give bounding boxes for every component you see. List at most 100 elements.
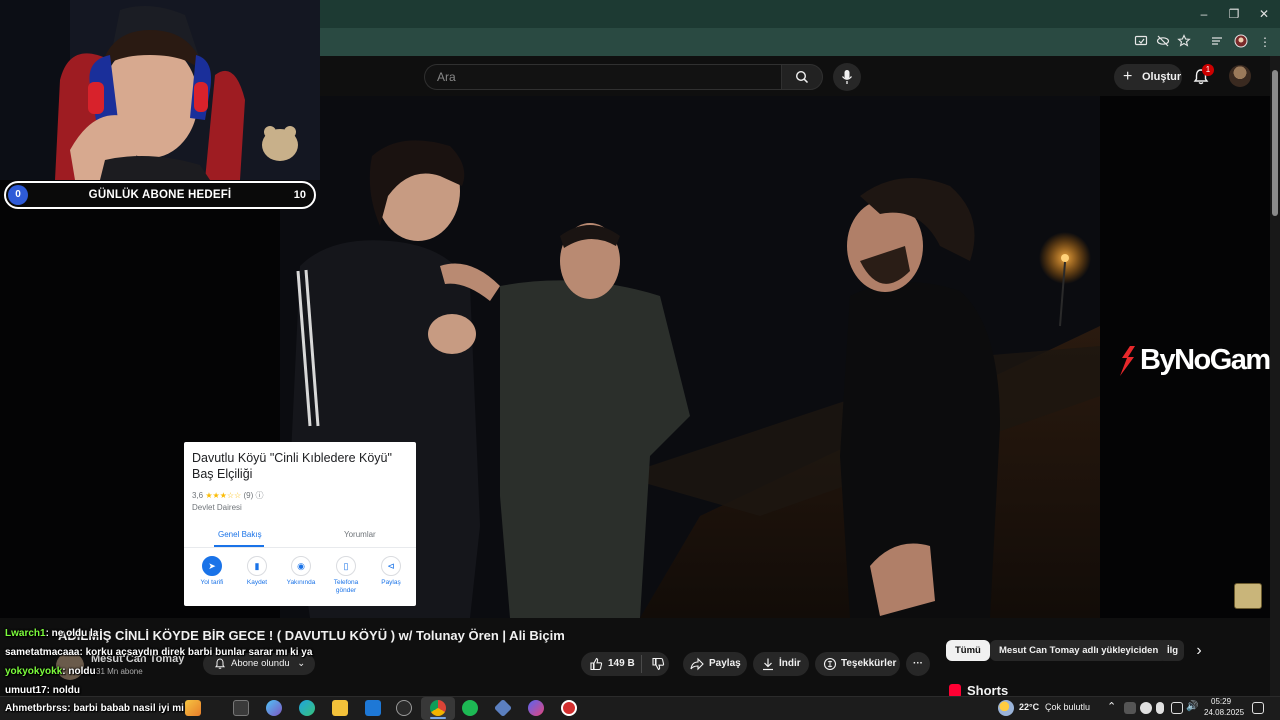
place-rating: 3,6 ★★★☆☆ (9) ⓘ	[192, 490, 263, 501]
like-dislike-group: 149 B	[581, 652, 669, 676]
bookmark-icon: ▮	[247, 556, 267, 576]
subscribed-label: Abone olundu	[231, 658, 290, 669]
tab-overview[interactable]: Genel Bakış	[218, 530, 262, 539]
clock-time[interactable]: 05:29	[1211, 697, 1231, 706]
chat-username: Lwarch1	[5, 628, 46, 639]
active-tab-indicator	[214, 545, 264, 547]
notification-badge: 1	[1202, 64, 1214, 76]
chrome-icon[interactable]	[430, 700, 446, 716]
weather-cloudy-icon[interactable]	[998, 700, 1014, 716]
eye-off-icon[interactable]	[1155, 34, 1171, 50]
notification-center-icon[interactable]	[1252, 702, 1264, 714]
thanks-button[interactable]: Teşekkürler	[815, 652, 900, 676]
edge-icon[interactable]	[299, 700, 315, 716]
voice-search-button[interactable]	[833, 63, 861, 91]
create-label: Oluştur	[1142, 71, 1182, 83]
dislike-icon[interactable]	[651, 657, 665, 671]
save-label: Kaydet	[246, 579, 268, 586]
save-action[interactable]: ▮ Kaydet	[235, 556, 279, 587]
screen: – ❐ ✕ ⋮ + Oluştur	[0, 0, 1280, 720]
weather-description[interactable]: Çok bulutlu	[1045, 702, 1090, 712]
more-actions-button[interactable]: ···	[906, 652, 930, 676]
chevron-right-icon[interactable]: ›	[1191, 642, 1207, 660]
streamer-webcam	[0, 0, 320, 180]
search-icon	[795, 70, 809, 84]
chat-username: umuut17	[5, 685, 47, 696]
chat-text: : barbi babab nasil iyi mi	[67, 703, 184, 714]
place-title: Davutlu Köyü "Cinli Kıbledere Köyü" Baş …	[192, 451, 392, 481]
info-icon: ⓘ	[255, 491, 264, 500]
goal-title: GÜNLÜK ABONE HEDEFİ	[88, 189, 232, 201]
tray-app-icon[interactable]	[1124, 702, 1136, 714]
minimize-icon[interactable]: –	[1189, 4, 1219, 24]
like-dislike-divider	[641, 655, 642, 673]
chip-related[interactable]: İlg	[1158, 640, 1184, 661]
bynogame-logo-text: ByNoGame	[1140, 344, 1270, 376]
chevron-down-icon: ⌄	[297, 658, 306, 669]
outlook-icon[interactable]	[365, 700, 381, 716]
discord-icon[interactable]	[528, 700, 544, 716]
chat-username: sametatmacaaa	[5, 647, 80, 658]
place-rating-value: 3,6	[192, 491, 204, 500]
task-view-icon[interactable]	[233, 700, 249, 716]
profile-icon[interactable]	[1233, 34, 1249, 50]
copilot-app-icon[interactable]	[266, 700, 282, 716]
copilot-icon[interactable]	[185, 700, 201, 716]
share-label: Paylaş	[709, 658, 741, 669]
nearby-action[interactable]: ◉ Yakınında	[279, 556, 323, 587]
place-type: Devlet Dairesi	[192, 503, 242, 512]
webcam-scene	[0, 0, 320, 180]
obs-icon[interactable]	[561, 700, 577, 716]
search-input[interactable]	[424, 64, 782, 90]
create-button[interactable]: + Oluştur	[1114, 64, 1182, 90]
plus-icon: +	[1123, 68, 1133, 85]
like-count[interactable]: 149 B	[608, 652, 635, 676]
download-button[interactable]: İndir	[753, 652, 809, 676]
nearby-icon: ◉	[291, 556, 311, 576]
download-icon	[763, 658, 773, 671]
share-action[interactable]: ⊲ Paylaş	[369, 556, 413, 587]
page-scrollbar-thumb[interactable]	[1272, 70, 1278, 216]
volume-icon[interactable]: 🔊	[1186, 701, 1198, 712]
send-to-phone-action[interactable]: ▯ Telefona gönder	[324, 556, 368, 595]
channel-watermark[interactable]	[1234, 583, 1262, 609]
reading-list-icon[interactable]	[1209, 34, 1225, 50]
channel-subscriber-count: 31 Mn abone	[96, 667, 143, 676]
kebab-menu-icon[interactable]: ⋮	[1257, 34, 1273, 50]
like-icon[interactable]	[589, 657, 603, 671]
video-title: ADİLMİŞ CİNLİ KÖYDE BİR GECE ! ( DAVUTLU…	[58, 628, 565, 643]
weather-temperature[interactable]: 22°C	[1019, 702, 1039, 712]
nearby-label: Yakınında	[286, 579, 316, 586]
search-button[interactable]	[781, 64, 823, 90]
close-icon[interactable]: ✕	[1249, 4, 1279, 24]
chat-text: : korku açsaydın direk barbi bunlar sara…	[79, 647, 313, 658]
chat-username: Ahmetbrbrss	[5, 703, 68, 714]
cast-icon[interactable]	[1133, 34, 1149, 50]
clock-date[interactable]: 24.08.2025	[1204, 708, 1244, 717]
directions-icon: ➤	[202, 556, 222, 576]
capcut-icon[interactable]	[396, 700, 412, 716]
network-icon[interactable]	[1171, 702, 1183, 714]
maps-place-card: Davutlu Köyü "Cinli Kıbledere Köyü" Baş …	[184, 442, 416, 606]
goal-max-value: 10	[293, 189, 306, 201]
share-button[interactable]: Paylaş	[683, 652, 747, 676]
directions-label: Yol tarifi	[200, 579, 224, 586]
restore-icon[interactable]: ❐	[1219, 4, 1249, 24]
tab-reviews[interactable]: Yorumlar	[344, 530, 376, 539]
microphone-icon	[841, 70, 853, 84]
chip-all[interactable]: Tümü	[946, 640, 990, 661]
tray-microphone-icon[interactable]	[1156, 702, 1164, 714]
account-avatar[interactable]	[1229, 65, 1251, 87]
phone-icon: ▯	[336, 556, 356, 576]
chat-text: : ne oldu la	[45, 628, 99, 639]
star-bookmark-icon[interactable]	[1176, 34, 1192, 50]
tray-cloud-icon[interactable]	[1140, 702, 1152, 714]
chevron-up-icon[interactable]: ⌃	[1107, 700, 1116, 713]
chip-from-uploader[interactable]: Mesut Can Tomay adlı yükleyiciden	[990, 640, 1168, 661]
bynogame-logo: ByNoGame	[1116, 344, 1270, 380]
spotify-icon[interactable]	[462, 700, 478, 716]
subscriber-goal-bar: 0 GÜNLÜK ABONE HEDEFİ 10	[4, 181, 316, 209]
file-explorer-icon[interactable]	[332, 700, 348, 716]
download-label: İndir	[779, 658, 801, 669]
directions-action[interactable]: ➤ Yol tarifi	[190, 556, 234, 587]
